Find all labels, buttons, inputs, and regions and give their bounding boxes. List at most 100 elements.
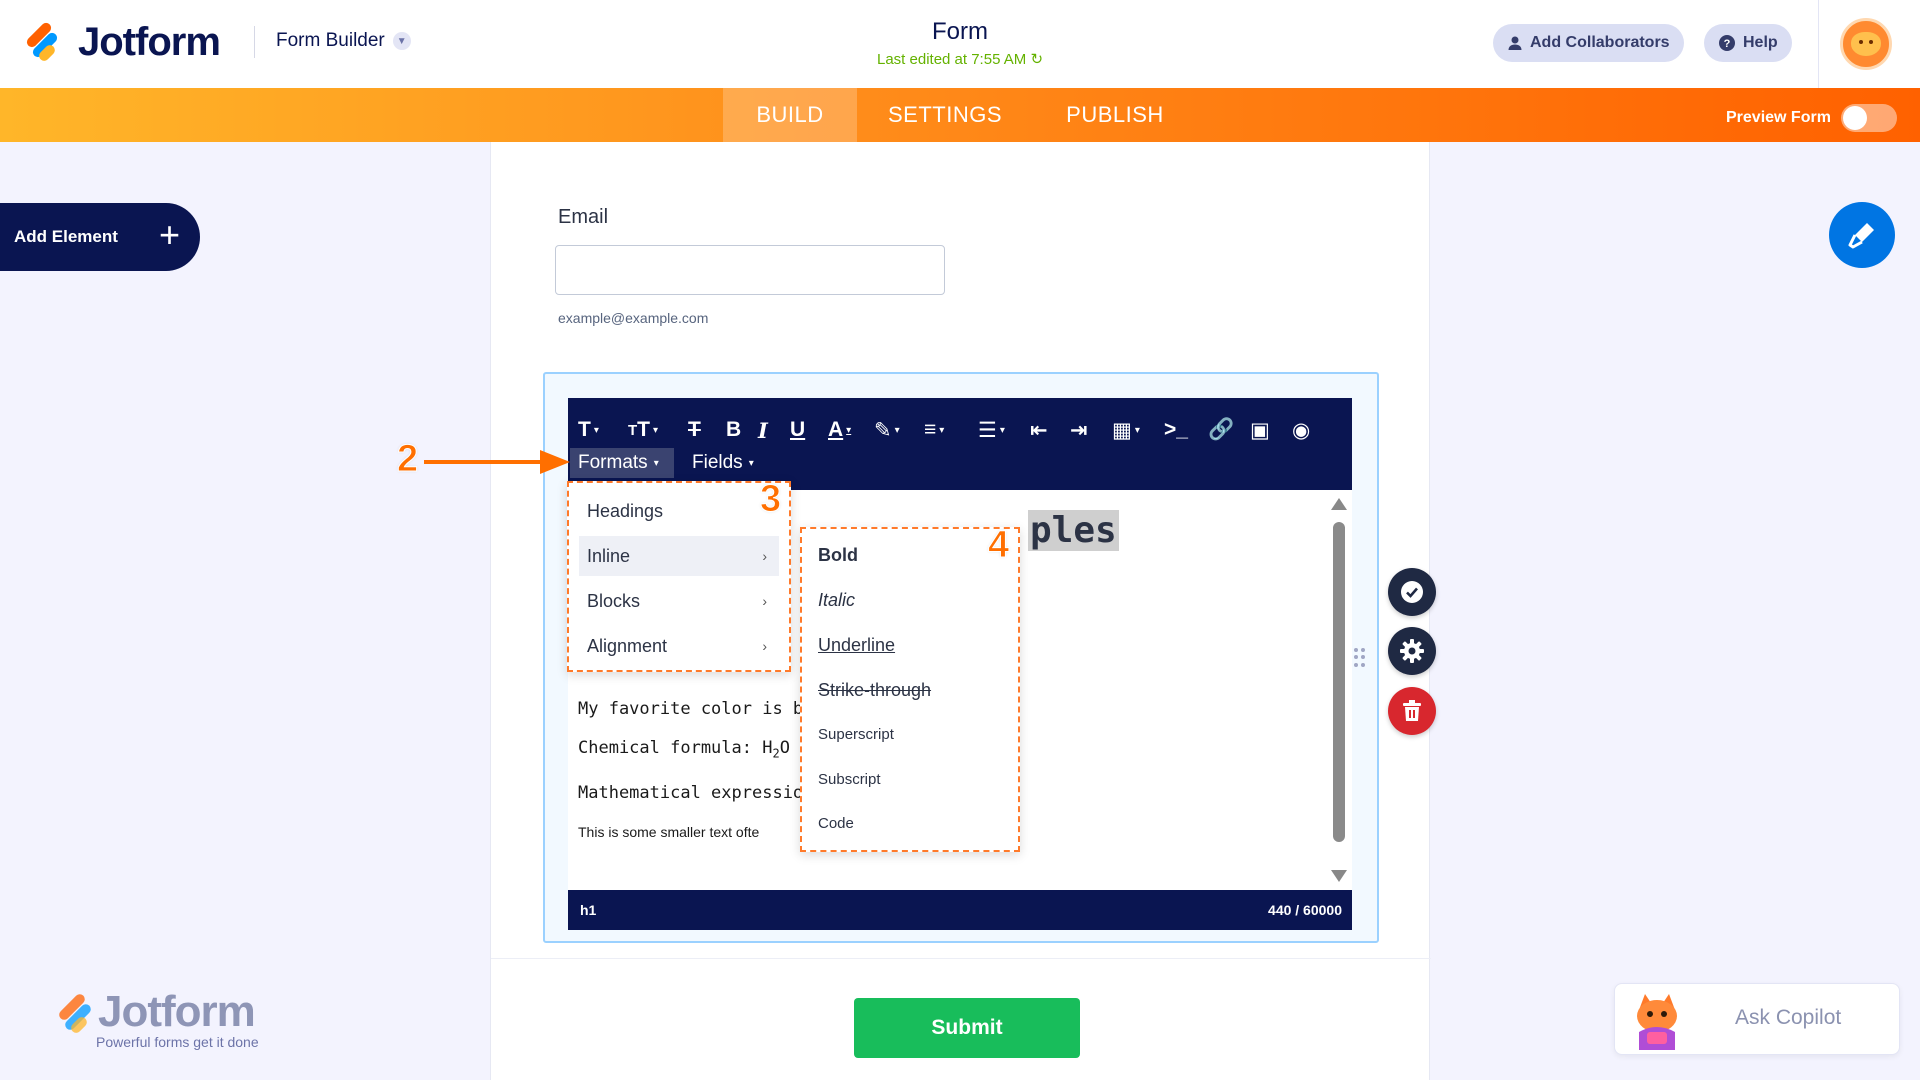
- content-line: My favorite color is blue: [578, 699, 834, 719]
- trash-icon: [1403, 700, 1421, 721]
- form-builder-dropdown[interactable]: Form Builder ▼: [276, 30, 411, 52]
- top-bar: Jotform Form Builder ▼ Form Last edited …: [0, 0, 1920, 88]
- underline-icon[interactable]: U: [790, 416, 805, 444]
- jotform-logo[interactable]: Jotform: [22, 20, 221, 65]
- add-collaborators-label: Add Collaborators: [1530, 34, 1670, 51]
- preview-eye-icon[interactable]: ◉: [1292, 416, 1310, 444]
- add-collaborators-button[interactable]: Add Collaborators: [1493, 24, 1684, 62]
- ask-copilot-label: Ask Copilot: [1735, 1006, 1842, 1029]
- element-path[interactable]: h1: [580, 902, 596, 918]
- add-element-button[interactable]: Add Element +: [0, 203, 200, 271]
- brand-tagline: Powerful forms get it done: [96, 1034, 259, 1050]
- formats-label: Formats: [578, 452, 648, 473]
- font-family-icon[interactable]: T ▾: [578, 416, 599, 444]
- menu-item-bold[interactable]: Bold: [818, 545, 858, 566]
- field-settings-button[interactable]: [1388, 627, 1436, 675]
- ask-copilot-button[interactable]: Ask Copilot: [1614, 983, 1900, 1055]
- formats-dropdown: Headings Inline › Blocks › Alignment ›: [567, 481, 791, 672]
- outdent-icon[interactable]: ⇤: [1030, 416, 1048, 444]
- chevron-right-icon: ›: [762, 593, 767, 609]
- table-icon[interactable]: ▦ ▾: [1112, 416, 1140, 444]
- gear-icon: [1400, 639, 1424, 663]
- chevron-right-icon: ›: [762, 638, 767, 654]
- formats-menu-button[interactable]: Formats ▾: [570, 448, 674, 478]
- divider: [491, 958, 1431, 959]
- caret-down-icon: ▾: [653, 457, 659, 469]
- plus-icon: +: [158, 214, 180, 255]
- step-4-badge: 4: [987, 524, 1010, 567]
- link-icon[interactable]: 🔗: [1208, 416, 1234, 444]
- menu-item-alignment[interactable]: Alignment ›: [579, 626, 779, 666]
- form-designer-button[interactable]: [1829, 202, 1895, 268]
- inline-submenu: Bold Italic Underline Strike-through Sup…: [800, 527, 1020, 852]
- delete-field-button[interactable]: [1388, 687, 1436, 735]
- menu-item-superscript[interactable]: Superscript: [818, 726, 894, 743]
- user-icon: [1508, 36, 1522, 50]
- preview-form: Preview Form: [1726, 104, 1897, 132]
- copilot-cat-icon: [1637, 994, 1677, 1050]
- last-edited-status: Last edited at 7:55 AM ↻: [876, 51, 1044, 68]
- annotation-arrow-icon: [424, 450, 570, 474]
- clear-format-icon[interactable]: T: [688, 416, 701, 444]
- scrollbar[interactable]: [1333, 522, 1345, 842]
- step-3-badge: 3: [759, 478, 782, 521]
- step-2-badge: 2: [396, 438, 419, 481]
- scroll-up-icon[interactable]: [1331, 498, 1347, 510]
- divider: [1818, 0, 1819, 88]
- indent-icon[interactable]: ⇥: [1070, 416, 1088, 444]
- email-sublabel: example@example.com: [558, 310, 709, 326]
- menu-item-subscript[interactable]: Subscript: [818, 771, 881, 788]
- menu-item-headings[interactable]: Headings: [579, 491, 779, 531]
- bullet-list-icon[interactable]: ☰ ▾: [978, 416, 1005, 444]
- jotform-branding[interactable]: Jotform Powerful forms get it done: [50, 990, 259, 1050]
- heading-text: ples: [1028, 510, 1119, 551]
- bold-icon[interactable]: B: [726, 416, 741, 444]
- menu-item-code[interactable]: Code: [818, 815, 854, 832]
- email-field[interactable]: [555, 245, 945, 295]
- avatar-face-icon: [1851, 32, 1881, 56]
- chevron-down-icon: ▼: [392, 32, 411, 50]
- form-builder-label: Form Builder: [276, 30, 385, 51]
- menu-item-blocks[interactable]: Blocks ›: [579, 581, 779, 621]
- caret-down-icon: ▾: [748, 457, 754, 469]
- image-icon[interactable]: ▣: [1250, 416, 1270, 444]
- nav-bar: BUILD SETTINGS PUBLISH Preview Form: [0, 88, 1920, 142]
- divider: [254, 26, 255, 58]
- fields-label: Fields: [692, 452, 743, 473]
- italic-icon[interactable]: I: [758, 416, 768, 444]
- scroll-down-icon[interactable]: [1331, 870, 1347, 882]
- menu-item-italic[interactable]: Italic: [818, 590, 855, 611]
- code-icon[interactable]: >_: [1164, 416, 1188, 444]
- user-avatar[interactable]: [1840, 18, 1892, 70]
- tab-publish[interactable]: PUBLISH: [1060, 88, 1170, 142]
- menu-item-underline[interactable]: Underline: [818, 635, 895, 656]
- drag-handle[interactable]: [1354, 648, 1366, 668]
- required-check-button[interactable]: [1388, 568, 1436, 616]
- character-count: 440 / 60000: [1268, 902, 1342, 918]
- help-button[interactable]: ? Help: [1704, 24, 1792, 62]
- brand-name: Jotform: [98, 987, 256, 1036]
- menu-item-strikethrough[interactable]: Strike-through: [818, 680, 931, 701]
- form-title-block: Form Last edited at 7:55 AM ↻: [860, 18, 1060, 68]
- preview-form-toggle[interactable]: [1840, 104, 1897, 132]
- editor-statusbar: h1 440 / 60000: [568, 890, 1352, 930]
- tab-settings[interactable]: SETTINGS: [880, 88, 1010, 142]
- add-element-label: Add Element: [14, 227, 118, 246]
- font-size-icon[interactable]: T T ▾: [628, 416, 658, 444]
- form-title[interactable]: Form: [860, 18, 1060, 46]
- help-label: Help: [1743, 34, 1778, 51]
- content-line: Chemical formula: H2O: [578, 738, 790, 761]
- submit-button[interactable]: Submit: [854, 998, 1080, 1058]
- chevron-right-icon: ›: [762, 548, 767, 564]
- help-icon: ?: [1719, 35, 1735, 51]
- tab-build[interactable]: BUILD: [723, 88, 857, 142]
- fields-menu-button[interactable]: Fields ▾: [684, 448, 754, 478]
- align-icon[interactable]: ≡ ▾: [924, 416, 944, 444]
- text-color-icon[interactable]: A ▾: [828, 416, 851, 444]
- menu-item-inline[interactable]: Inline ›: [579, 536, 779, 576]
- jotform-logo-icon: [50, 992, 94, 1038]
- highlight-icon[interactable]: ✎ ▾: [874, 416, 900, 444]
- check-circle-icon: [1401, 581, 1423, 603]
- content-line: This is some smaller text ofte: [578, 824, 760, 840]
- logo-text: Jotform: [78, 20, 221, 64]
